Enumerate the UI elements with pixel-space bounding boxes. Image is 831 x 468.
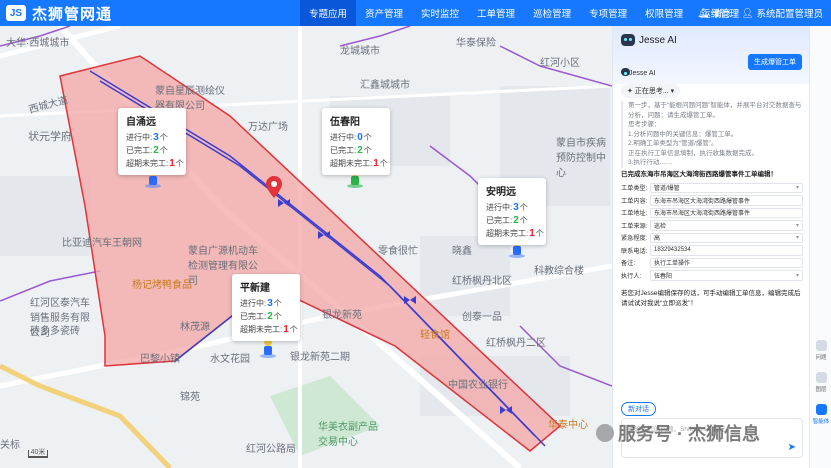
thinking-toggle[interactable]: ✦ 正在思考... ▾ xyxy=(621,84,681,98)
app-title: 杰狮管网通 xyxy=(32,5,113,23)
chat-bubble-icon xyxy=(815,340,827,351)
assistant-title: Jesse AI xyxy=(639,35,677,46)
place-label: 蒙自市疾病预防控制中心 xyxy=(556,138,606,179)
workorder-type-select[interactable]: 管道/爆管 ▾ xyxy=(650,182,803,193)
nav-item-topics[interactable]: 专题应用 xyxy=(300,0,357,26)
logo: JS 杰狮管网通 xyxy=(0,3,300,24)
place-label: 大华·西城城市 xyxy=(6,38,70,49)
lightbulb-icon: ✦ xyxy=(627,88,633,95)
place-label: 银龙新苑 xyxy=(322,310,362,321)
worker-card[interactable]: 自涌远 进行中:3个 已完工:2个 超期未完工:1个 xyxy=(118,108,186,175)
worker-name: 安明远 xyxy=(486,187,516,198)
place-label: 砖多多瓷砖 xyxy=(30,326,80,337)
place-label: 零食很忙 xyxy=(378,246,418,257)
nav-item-permissions[interactable]: 权限管理 xyxy=(636,0,692,26)
agent-name: Jesse AI xyxy=(629,70,656,77)
place-label: 状元学府 xyxy=(28,131,72,143)
place-label: 巴黎小镇 xyxy=(140,354,180,365)
rail-item-agent[interactable]: 智能体 xyxy=(810,404,831,425)
worker-card[interactable]: 安明远 进行中:3个 已完工:2个 超期未完工:1个 xyxy=(478,178,546,245)
nav-item-assets[interactable]: 资产管理 xyxy=(356,0,412,26)
top-bar: JS 杰狮管网通 专题应用 资产管理 实时监控 工单管理 巡检管理 专项管理 权… xyxy=(0,0,831,26)
chevron-down-icon: ▾ xyxy=(795,235,799,242)
urgency-select[interactable]: 高 ▾ xyxy=(650,232,803,243)
place-label: 林茂源 xyxy=(180,322,210,333)
map-view[interactable]: 大华·西城城市 龙城城市 华泰保险 红河小区 汇鑫城城市 蒙自星辰测绘仪器有限公… xyxy=(0,26,612,468)
user-icon: 👤︎ xyxy=(741,7,754,19)
worker-card[interactable]: 伍春阳 进行中:0个 已完工:2个 超期未完工:1个 xyxy=(322,108,390,175)
nav-item-inspection[interactable]: 巡检管理 xyxy=(524,0,580,26)
worker-name: 自涌远 xyxy=(126,117,156,128)
agent-icon xyxy=(815,404,827,415)
place-label: 汇鑫城城市 xyxy=(360,80,410,91)
place-label: 银龙新苑二期 xyxy=(290,352,350,363)
place-label: 红桥枫丹北区 xyxy=(452,276,512,287)
place-label: 创泰一品 xyxy=(462,312,502,323)
main-nav: 专题应用 资产管理 实时监控 工单管理 巡检管理 专项管理 权限管理 运维管理 xyxy=(300,0,748,26)
edit-hint: 若您对Jesse编辑保存的话，可手动编辑工单信息，编辑完成后请试试对我说“立即派… xyxy=(621,290,801,307)
wechat-icon xyxy=(596,424,614,442)
place-label: 杨记烤鸭食品 xyxy=(132,280,192,291)
phone-field[interactable]: 18329432534 xyxy=(650,245,803,256)
nav-item-workorders[interactable]: 工单管理 xyxy=(468,0,524,26)
ai-assistant-panel: Jesse AI 生成爆管工单 Jesse AI ✦ 正在思考... ▾ 第一步… xyxy=(612,26,810,468)
worker-name: 伍春阳 xyxy=(330,117,360,128)
place-label: 华美衣副产品交易中心 xyxy=(318,422,378,448)
workorder-content-field[interactable]: 东海市吊海区大海湾街西路爆管事件 xyxy=(650,195,803,206)
reasoning-text: 第一步，基于“能根问题问题”智能体，并展平台对交数据查与分析，问题：请生成爆管工… xyxy=(621,101,803,168)
worker-name: 平新建 xyxy=(240,283,270,294)
place-label: 科教综合楼 xyxy=(534,266,584,277)
place-label: 万达广场 xyxy=(248,122,288,133)
map-scale: 40米 xyxy=(28,449,48,458)
assignee-select[interactable]: 伍春阳 ▾ xyxy=(650,270,803,281)
watermark: 服务号 · 杰狮信息 xyxy=(596,420,760,446)
completion-message: 已完成东海市吊海区大海湾街西路爆管事件工单编辑！ xyxy=(621,171,777,178)
place-label: 红河小区 xyxy=(540,58,580,69)
workorder-source-select[interactable]: 巡检 ▾ xyxy=(650,220,803,231)
chevron-down-icon: ▾ xyxy=(795,222,799,229)
chevron-down-icon: ▾ xyxy=(670,88,675,95)
chevron-down-icon: ▾ xyxy=(795,185,799,192)
place-label: 水文花园 xyxy=(210,354,250,365)
nav-item-monitoring[interactable]: 实时监控 xyxy=(412,0,468,26)
place-label: 龙城城市 xyxy=(340,46,380,57)
workorder-address-field[interactable]: 东海市吊海区大海湾街西路爆管事件 xyxy=(650,207,803,218)
user-menu[interactable]: 👤︎ 系统配置管理员 xyxy=(741,6,823,21)
right-rail: 问题 图层 智能体 xyxy=(809,26,831,468)
logo-mark: JS xyxy=(6,5,26,21)
chevron-down-icon: ▾ xyxy=(795,272,799,279)
rail-item-layers[interactable]: 图层 xyxy=(810,372,831,393)
place-label: 华泰中心 xyxy=(548,420,588,431)
rail-item-questions[interactable]: 问题 xyxy=(810,340,831,361)
place-label: 晓鑫 xyxy=(452,246,472,257)
place-label: 红桥枫丹二区 xyxy=(486,338,546,349)
remarks-field[interactable]: 执行工单操作 xyxy=(650,257,803,268)
place-label: 比亚迪汽车王朝网 xyxy=(62,238,142,249)
panel-header: Jesse AI 生成爆管工单 Jesse AI xyxy=(613,26,810,84)
messages-button[interactable]: 🔔︎ 消息 xyxy=(697,6,731,21)
robot-icon xyxy=(621,34,635,46)
location-pin-icon[interactable] xyxy=(266,176,282,198)
workorder-form: 工单类型: 管道/爆管 ▾ 工单内容: 东海市吊海区大海湾街西路爆管事件 工单地址: 东… xyxy=(621,182,803,282)
place-label: 中国农业银行 xyxy=(448,380,508,391)
place-label: 红河公路局 xyxy=(246,444,296,455)
bell-icon: 🔔︎ xyxy=(697,7,710,19)
new-chat-button[interactable]: 新对话 xyxy=(621,402,656,416)
place-label: 轻食馆 xyxy=(420,330,450,341)
place-label: 华泰保险 xyxy=(456,38,496,49)
layers-icon xyxy=(815,372,827,383)
worker-card[interactable]: 平新建 进行中:3个 已完工:2个 超期未完工:1个 xyxy=(232,274,300,341)
nav-item-special[interactable]: 专项管理 xyxy=(580,0,636,26)
generate-workorder-button[interactable]: 生成爆管工单 xyxy=(748,54,802,70)
send-icon[interactable]: ➤ xyxy=(788,442,796,453)
place-label: 锦苑 xyxy=(180,392,200,403)
